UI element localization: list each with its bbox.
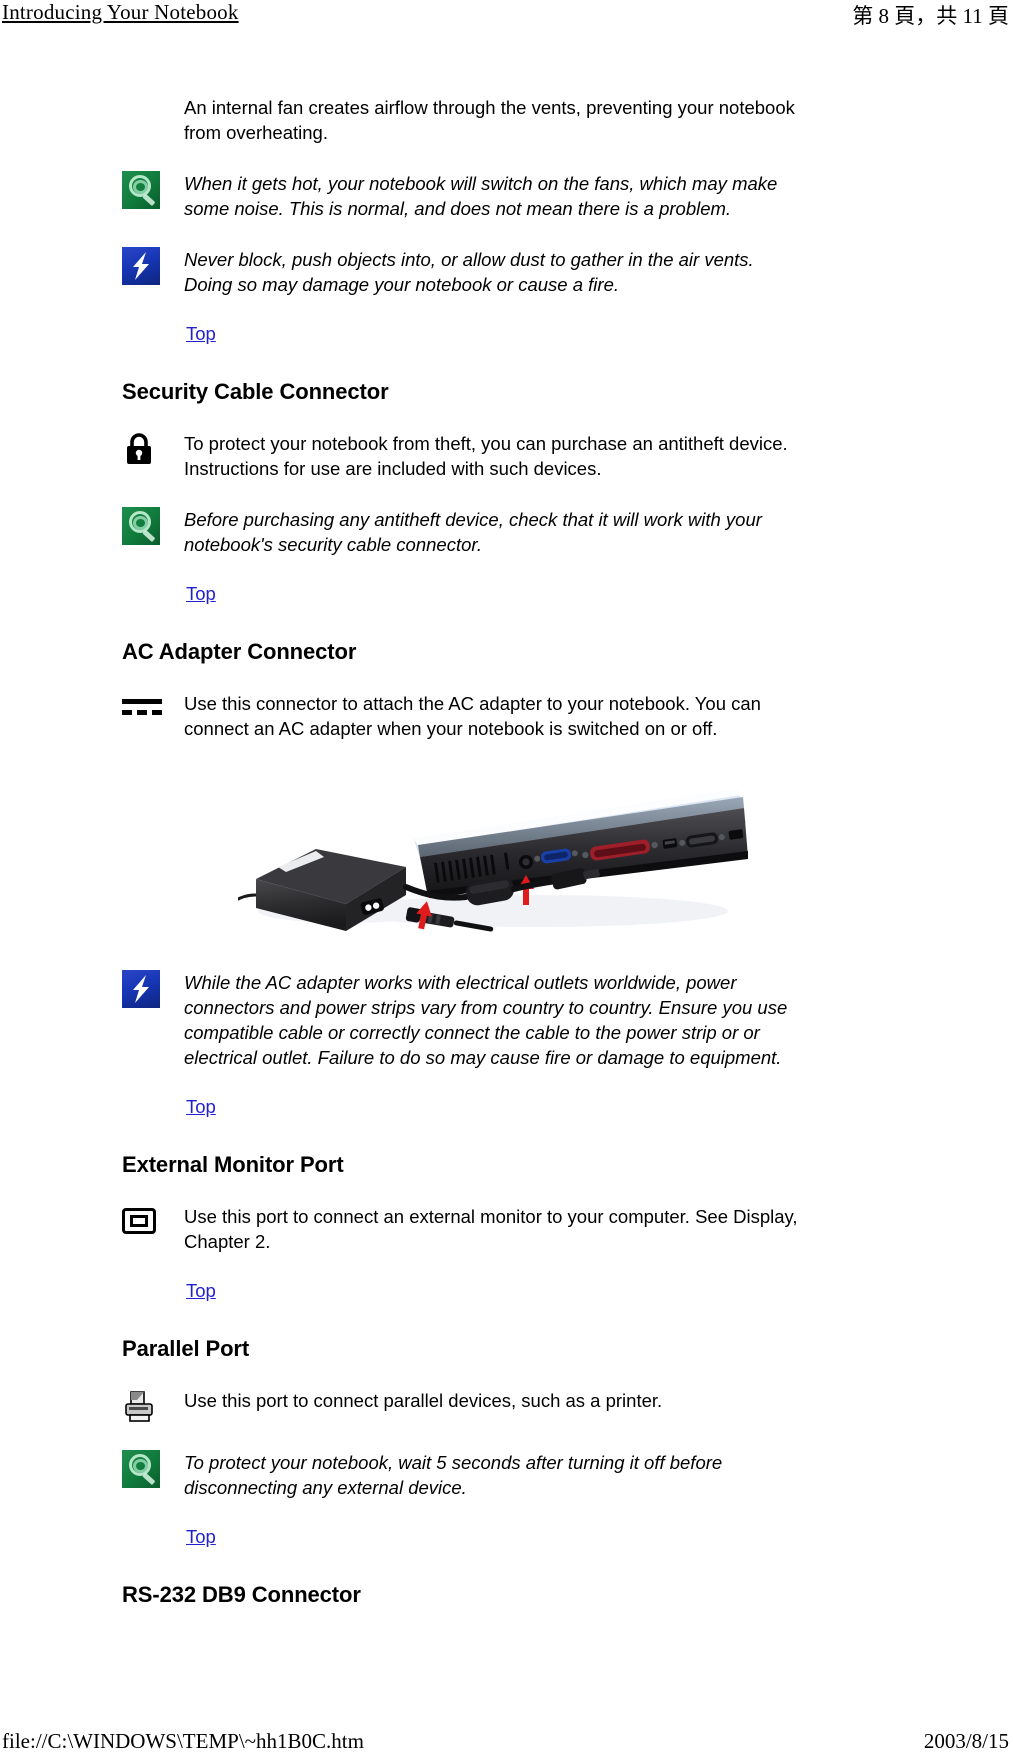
security-note-block: Before purchasing any antitheft device, … [0, 507, 1013, 557]
fan-note-block: When it gets hot, your notebook will swi… [0, 171, 1013, 221]
heading-parallel-port: Parallel Port [122, 1336, 250, 1361]
heading-ac-adapter-connector: AC Adapter Connector [122, 639, 357, 664]
top-link-2-wrap: Top [0, 583, 1013, 605]
printed-help-page: Introducing Your Notebook 第 8 頁，共 11 頁 A… [0, 0, 1013, 1754]
security-note-text: Before purchasing any antitheft device, … [184, 509, 762, 555]
fan-paragraph-block: An internal fan creates airflow through … [0, 95, 1013, 145]
heading-external-monitor-port: External Monitor Port [122, 1152, 344, 1177]
ac-adapter-photo-wrap [0, 771, 1013, 936]
security-body-text: To protect your notebook from theft, you… [184, 433, 788, 479]
top-link-1-wrap: Top [0, 323, 1013, 345]
parallel-note-block: To protect your notebook, wait 5 seconds… [0, 1450, 1013, 1500]
footer-date: 2003/8/15 [923, 1729, 1009, 1753]
lightning-warning-icon [122, 970, 160, 1008]
fan-warning-text: Never block, push objects into, or allow… [184, 249, 754, 295]
magnifier-note-icon [122, 171, 160, 209]
top-link[interactable]: Top [186, 1526, 216, 1547]
monitor-body-block: Use this port to connect an external mon… [0, 1204, 1013, 1254]
padlock-icon [122, 431, 156, 467]
ac-adapter-photo [238, 771, 748, 936]
top-link[interactable]: Top [186, 1096, 216, 1117]
top-link-4-wrap: Top [0, 1280, 1013, 1302]
top-link-5-wrap: Top [0, 1526, 1013, 1548]
parallel-body-text: Use this port to connect parallel device… [184, 1390, 663, 1411]
security-body-block: To protect your notebook from theft, you… [0, 431, 1013, 481]
fan-paragraph-text: An internal fan creates airflow through … [184, 97, 795, 143]
fan-warning-block: Never block, push objects into, or allow… [0, 247, 1013, 297]
parallel-note-text: To protect your notebook, wait 5 seconds… [184, 1452, 723, 1498]
dc-power-icon [122, 699, 164, 719]
fan-note-text: When it gets hot, your notebook will swi… [184, 173, 778, 219]
lightning-warning-icon [122, 247, 160, 285]
top-link[interactable]: Top [186, 1280, 216, 1301]
main-content: An internal fan creates airflow through … [0, 95, 1013, 1608]
print-footer: file://C:\WINDOWS\TEMP\~hh1B0C.htm 2003/… [0, 1729, 1013, 1754]
external-monitor-icon [122, 1208, 156, 1234]
ac-warning-block: While the AC adapter works with electric… [0, 970, 1013, 1070]
top-link-3-wrap: Top [0, 1096, 1013, 1118]
monitor-body-text: Use this port to connect an external mon… [184, 1206, 798, 1252]
page-indicator: 第 8 頁，共 11 頁 [852, 4, 1009, 28]
heading-security-cable-connector: Security Cable Connector [122, 379, 389, 404]
top-link[interactable]: Top [186, 583, 216, 604]
heading-rs232-db9-connector: RS-232 DB9 Connector [122, 1582, 361, 1607]
ac-warning-text: While the AC adapter works with electric… [184, 972, 788, 1068]
printer-icon [122, 1388, 158, 1424]
magnifier-note-icon [122, 1450, 160, 1488]
ac-body-text: Use this connector to attach the AC adap… [184, 693, 761, 739]
print-header: Introducing Your Notebook 第 8 頁，共 11 頁 [0, 0, 1013, 34]
footer-file-url: file://C:\WINDOWS\TEMP\~hh1B0C.htm [2, 1729, 364, 1753]
top-link[interactable]: Top [186, 323, 216, 344]
parallel-body-block: Use this port to connect parallel device… [0, 1388, 1013, 1424]
ac-body-block: Use this connector to attach the AC adap… [0, 691, 1013, 741]
magnifier-note-icon [122, 507, 160, 545]
document-title: Introducing Your Notebook [2, 0, 239, 24]
